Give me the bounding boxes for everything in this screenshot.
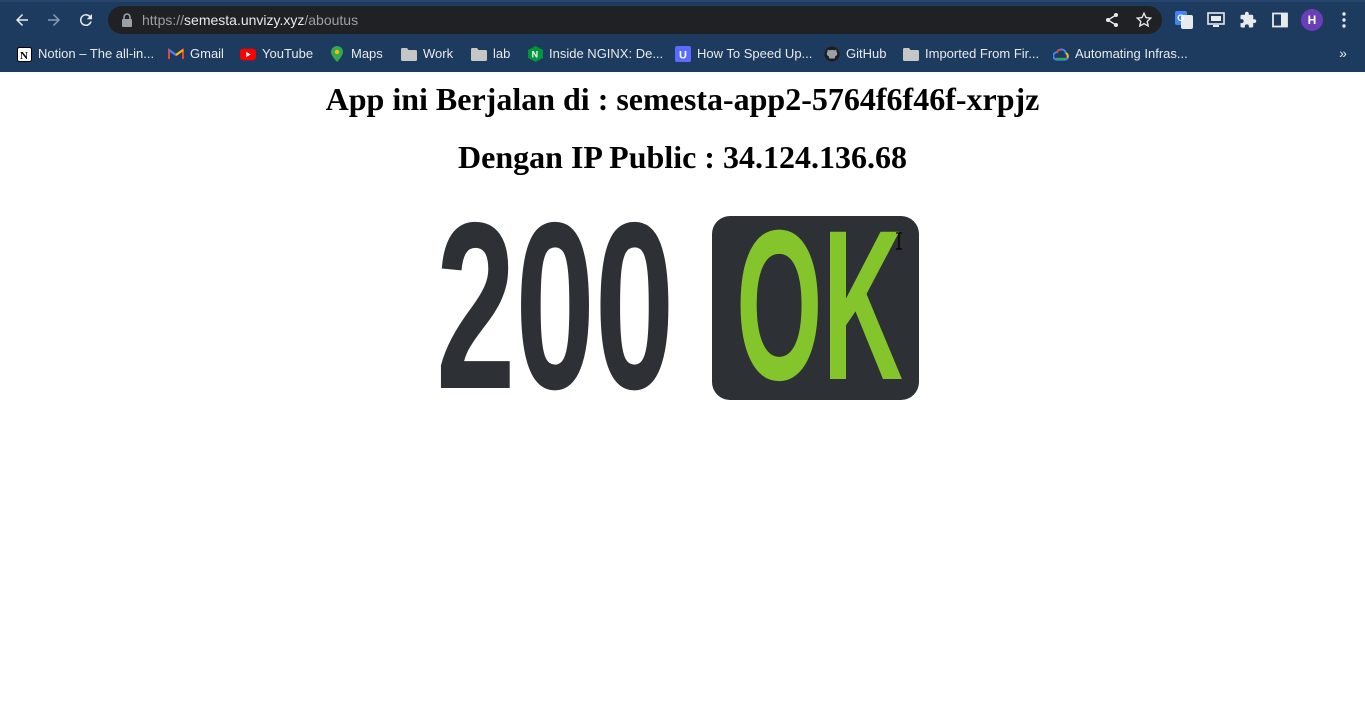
folder-icon bbox=[401, 46, 417, 62]
star-icon bbox=[1135, 11, 1153, 28]
url-text[interactable]: https://semesta.unvizy.xyz/aboutus bbox=[142, 11, 358, 29]
bookmark-label: lab bbox=[493, 46, 511, 61]
gmail-icon bbox=[168, 46, 184, 62]
bookmark-label: Inside NGINX: De... bbox=[549, 46, 664, 61]
gcloud-icon bbox=[1053, 46, 1069, 62]
status-ok-badge: OK bbox=[712, 186, 919, 425]
url-path: /aboutus bbox=[304, 12, 359, 28]
side-panel-icon bbox=[1272, 12, 1288, 28]
status-code-text: 200 bbox=[436, 174, 675, 439]
bookmark-folder-lab[interactable]: lab bbox=[471, 44, 510, 64]
tab-strip-edge bbox=[0, 0, 1365, 2]
share-icon bbox=[1106, 13, 1118, 27]
bookmark-youtube[interactable]: YouTube bbox=[240, 44, 313, 64]
bookmark-label: Automating Infras... bbox=[1075, 46, 1188, 61]
u-icon: U bbox=[675, 46, 691, 62]
bookmark-gmail[interactable]: Gmail bbox=[168, 44, 224, 64]
folder-icon bbox=[471, 46, 487, 62]
reload-button[interactable] bbox=[72, 6, 100, 34]
svg-text:N: N bbox=[531, 50, 538, 60]
google-translate-button[interactable]: G bbox=[1172, 8, 1196, 32]
reload-icon bbox=[79, 14, 92, 27]
browser-menu-button[interactable] bbox=[1332, 8, 1356, 32]
back-icon bbox=[16, 14, 28, 26]
bookmark-star-button[interactable] bbox=[1134, 10, 1154, 30]
extensions-button[interactable] bbox=[1236, 8, 1260, 32]
folder-icon bbox=[903, 46, 919, 62]
github-icon bbox=[824, 46, 840, 62]
browser-chrome: https://semesta.unvizy.xyz/aboutus G H N… bbox=[0, 0, 1365, 72]
bookmark-notion[interactable]: N Notion – The all-in... bbox=[16, 44, 154, 64]
bookmark-label: Imported From Fir... bbox=[925, 46, 1040, 61]
nginx-icon: N bbox=[527, 46, 543, 62]
bookmark-label: Work bbox=[423, 46, 454, 61]
bookmarks-bar: N Notion – The all-in... Gmail YouTube M… bbox=[0, 40, 1365, 68]
svg-text:N: N bbox=[20, 50, 28, 62]
browser-toolbar: https://semesta.unvizy.xyz/aboutus G H bbox=[0, 4, 1365, 36]
side-panel-button[interactable] bbox=[1268, 8, 1292, 32]
url-host: semesta.unvizy.xyz bbox=[184, 12, 305, 28]
bookmark-nginx[interactable]: N Inside NGINX: De... bbox=[527, 44, 663, 64]
address-bar[interactable]: https://semesta.unvizy.xyz/aboutus bbox=[108, 6, 1162, 34]
bookmark-label: GitHub bbox=[846, 46, 887, 61]
text-cursor-icon bbox=[896, 232, 902, 250]
menu-icon bbox=[1342, 12, 1346, 28]
back-button[interactable] bbox=[8, 6, 36, 34]
bookmark-label: Gmail bbox=[190, 46, 224, 61]
extensions-icon bbox=[1240, 11, 1257, 28]
lock-icon[interactable] bbox=[120, 12, 134, 28]
google-translate-icon: G bbox=[1175, 11, 1193, 29]
svg-text:G: G bbox=[1177, 13, 1184, 23]
bookmark-speed-up[interactable]: U How To Speed Up... bbox=[675, 44, 812, 64]
bookmark-label: Notion – The all-in... bbox=[38, 46, 155, 61]
notion-icon: N bbox=[16, 46, 32, 62]
status-200-ok-graphic: 200 OK bbox=[436, 174, 926, 439]
share-button[interactable] bbox=[1102, 10, 1122, 30]
profile-avatar[interactable]: H bbox=[1301, 9, 1323, 31]
page-content: App ini Berjalan di : semesta-app2-5764f… bbox=[0, 72, 1365, 705]
more-bookmarks-button[interactable]: » bbox=[1334, 44, 1352, 62]
bookmark-automating[interactable]: Automating Infras... bbox=[1053, 44, 1188, 64]
cast-button[interactable] bbox=[1204, 8, 1228, 32]
url-scheme: https:// bbox=[142, 12, 185, 28]
public-ip-heading: Dengan IP Public : 34.124.136.68 bbox=[458, 139, 907, 175]
bookmark-label: How To Speed Up... bbox=[697, 46, 813, 61]
cast-icon bbox=[1207, 12, 1225, 27]
bookmark-folder-work[interactable]: Work bbox=[401, 44, 453, 64]
maps-icon bbox=[329, 46, 345, 62]
status-ok-text: OK bbox=[736, 186, 903, 425]
bookmark-label: Maps bbox=[351, 46, 383, 61]
svg-text:U: U bbox=[679, 50, 687, 62]
app-host-heading: App ini Berjalan di : semesta-app2-5764f… bbox=[325, 81, 1040, 117]
bookmark-github[interactable]: GitHub bbox=[824, 44, 886, 64]
bookmark-label: YouTube bbox=[262, 46, 314, 61]
forward-icon bbox=[48, 14, 60, 26]
bookmark-folder-imported[interactable]: Imported From Fir... bbox=[903, 44, 1039, 64]
bookmark-maps[interactable]: Maps bbox=[329, 44, 383, 64]
forward-button[interactable] bbox=[40, 6, 68, 34]
youtube-icon bbox=[240, 46, 256, 62]
